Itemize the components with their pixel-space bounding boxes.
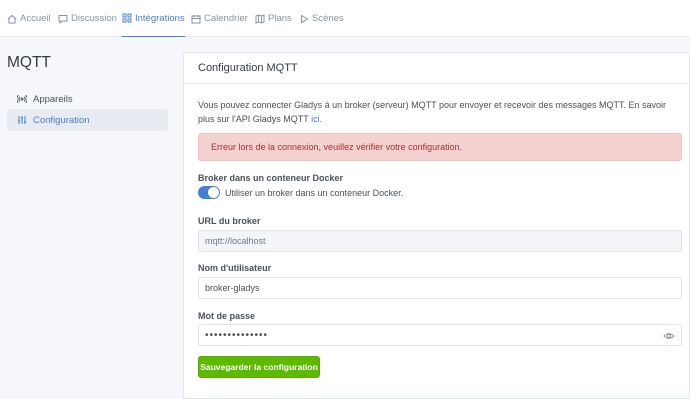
error-message: Erreur lors de la connexion, veuillez vé… (211, 142, 463, 152)
top-navigation: Accueil Discussion Intégrations Calendri… (0, 0, 690, 37)
username-label: Nom d'utilisateur (198, 263, 272, 273)
grid-icon (122, 13, 132, 23)
url-label: URL du broker (198, 216, 261, 226)
nav-item-label: Calendrier (204, 13, 248, 24)
eye-icon[interactable] (663, 330, 675, 342)
play-icon (301, 14, 309, 23)
sidebar-title: MQTT (7, 54, 51, 71)
card-title: Configuration MQTT (184, 53, 689, 84)
intro-body: Vous pouvez connecter Gladys à un broker… (198, 100, 667, 124)
map-icon (255, 13, 265, 24)
username-field[interactable]: broker-gladys (198, 277, 682, 299)
sidebar-item-label: Appareils (33, 93, 73, 105)
nav-item-discussion[interactable]: Discussion (58, 0, 117, 37)
sidebar-item-label: Configuration (33, 114, 90, 126)
password-field[interactable]: •••••••••••••• (198, 324, 682, 346)
configuration-card: Configuration MQTT Vous pouvez connecter… (183, 52, 690, 399)
nav-item-integrations[interactable]: Intégrations (122, 0, 185, 37)
docker-toggle-text: Utiliser un broker dans un conteneur Doc… (225, 187, 404, 198)
nav-item-label: Scènes (312, 13, 344, 24)
save-button[interactable]: Sauvegarder la configuration (198, 356, 320, 378)
calendar-icon (191, 14, 201, 23)
intro-text: Vous pouvez connecter Gladys à un broker… (198, 98, 682, 126)
url-value: mqtt://localhost (205, 236, 266, 246)
nav-item-label: Accueil (20, 13, 51, 24)
sliders-icon (18, 116, 26, 124)
password-label: Mot de passe (198, 311, 256, 321)
username-value: broker-gladys (205, 283, 260, 293)
nav-item-calendrier[interactable]: Calendrier (191, 0, 248, 37)
sidebar-item-configuration[interactable]: Configuration (7, 109, 168, 131)
docker-label: Broker dans un conteneur Docker (198, 173, 344, 183)
nav-item-plans[interactable]: Plans (255, 0, 292, 37)
chat-icon (58, 14, 68, 24)
nav-item-accueil[interactable]: Accueil (7, 0, 51, 37)
radio-icon (17, 94, 27, 104)
nav-item-label: Plans (268, 13, 292, 24)
doc-link[interactable]: ici (311, 114, 320, 124)
docker-toggle-row: Utiliser un broker dans un conteneur Doc… (198, 186, 403, 199)
nav-item-label: Discussion (71, 13, 117, 24)
nav-item-label: Intégrations (135, 12, 185, 24)
docker-toggle[interactable] (198, 186, 220, 199)
url-field[interactable]: mqtt://localhost (198, 230, 682, 252)
error-alert: Erreur lors de la connexion, veuillez vé… (198, 133, 682, 161)
sidebar-item-appareils[interactable]: Appareils (7, 88, 168, 110)
intro-end: . (319, 114, 323, 124)
home-icon (7, 14, 17, 23)
toggle-knob (208, 187, 219, 198)
password-value: •••••••••••••• (205, 329, 269, 341)
nav-item-scenes[interactable]: Scènes (299, 0, 344, 37)
